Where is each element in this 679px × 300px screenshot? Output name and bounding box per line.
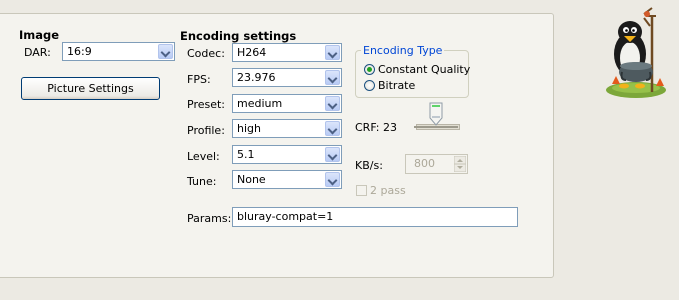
fps-select[interactable]: 23.976 [232, 68, 342, 87]
params-value: bluray-compat=1 [237, 210, 334, 223]
bitrate-radio[interactable] [364, 80, 375, 91]
crf-label: CRF: 23 [355, 121, 397, 134]
kbs-value: 800 [414, 157, 435, 170]
chevron-down-icon[interactable] [325, 172, 340, 187]
preset-select[interactable]: medium [232, 94, 342, 113]
dar-select[interactable]: 16:9 [62, 42, 175, 61]
params-label: Params: [187, 212, 232, 225]
profile-select[interactable]: high [232, 119, 342, 138]
preset-value: medium [237, 97, 283, 110]
dar-label: DAR: [24, 46, 51, 59]
encoding-section-title: Encoding settings [180, 29, 297, 43]
tune-value: None [237, 173, 266, 186]
level-select[interactable]: 5.1 [232, 145, 342, 164]
chevron-down-icon[interactable] [325, 45, 340, 60]
level-value: 5.1 [237, 148, 255, 161]
penguin-mascot-icon [606, 7, 666, 98]
fps-value: 23.976 [237, 71, 276, 84]
profile-value: high [237, 122, 261, 135]
fps-label: FPS: [187, 73, 211, 86]
chevron-down-icon[interactable] [325, 147, 340, 162]
tune-select[interactable]: None [232, 170, 342, 189]
crf-slider-track-line [414, 126, 458, 128]
bitrate-radio-label[interactable]: Bitrate [378, 79, 415, 92]
kbs-spinner-icon[interactable] [454, 156, 466, 172]
codec-value: H264 [237, 46, 267, 59]
profile-label: Profile: [187, 124, 225, 137]
tune-label: Tune: [187, 175, 217, 188]
params-input[interactable]: bluray-compat=1 [232, 207, 518, 227]
picture-settings-button[interactable]: Picture Settings [21, 77, 160, 100]
kbs-label: KB/s: [355, 159, 383, 172]
encoding-type-title: Encoding Type [361, 44, 445, 57]
preset-label: Preset: [187, 98, 226, 111]
chevron-down-icon[interactable] [325, 70, 340, 85]
crf-slider-thumb[interactable] [429, 102, 443, 126]
chevron-down-icon[interactable] [325, 121, 340, 136]
codec-select[interactable]: H264 [232, 43, 342, 62]
constant-quality-radio[interactable] [364, 64, 375, 75]
two-pass-checkbox[interactable] [356, 185, 367, 196]
dar-value: 16:9 [67, 45, 92, 58]
chevron-down-icon[interactable] [325, 96, 340, 111]
codec-label: Codec: [187, 47, 225, 60]
chevron-down-icon[interactable] [158, 44, 173, 59]
level-label: Level: [187, 150, 220, 163]
constant-quality-label[interactable]: Constant Quality [378, 63, 470, 76]
image-section-title: Image [19, 28, 60, 42]
two-pass-label: 2 pass [370, 184, 406, 197]
